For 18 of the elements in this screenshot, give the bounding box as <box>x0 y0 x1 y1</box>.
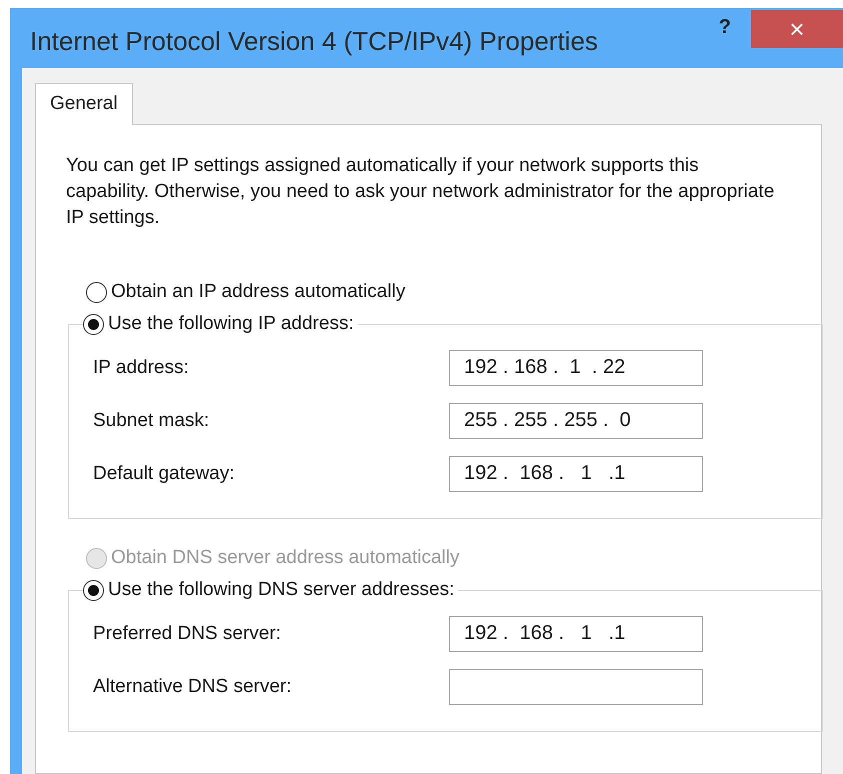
ip-address-field[interactable]: 255 . 255 . 255 . 0 <box>449 402 703 438</box>
ip-address-field[interactable]: 192 . 168 . 1 .1 <box>449 616 703 652</box>
field-label: Default gateway: <box>93 462 236 484</box>
help-button[interactable]: ? <box>718 16 731 39</box>
field-label: Alternative DNS server: <box>93 676 293 698</box>
field-label: IP address: <box>93 356 190 378</box>
ip-address-field[interactable]: 192 . 168 . 1 .1 <box>449 456 703 492</box>
field-label: Subnet mask: <box>93 410 210 432</box>
close-button[interactable]: × <box>751 10 843 48</box>
window-title: Internet Protocol Version 4 (TCP/IPv4) Properties <box>30 26 599 57</box>
field-label: Preferred DNS server: <box>93 622 282 644</box>
radio-button[interactable]: Obtain an IP address automatically <box>86 281 821 303</box>
ip-address-field[interactable]: 192 . 168 . 1 . 22 <box>449 350 703 386</box>
radio-button[interactable]: Use the following IP address: <box>83 313 354 335</box>
tab[interactable]: General <box>35 83 133 125</box>
description-text: You can get IP settings assigned automatically if your network supports this capability. Otherwise, you need to ask your network administrator for the appropriate IP settings. <box>66 154 776 230</box>
ip-address-field[interactable] <box>449 668 703 704</box>
radio-button[interactable]: Use the following DNS server addresses: <box>83 579 454 601</box>
